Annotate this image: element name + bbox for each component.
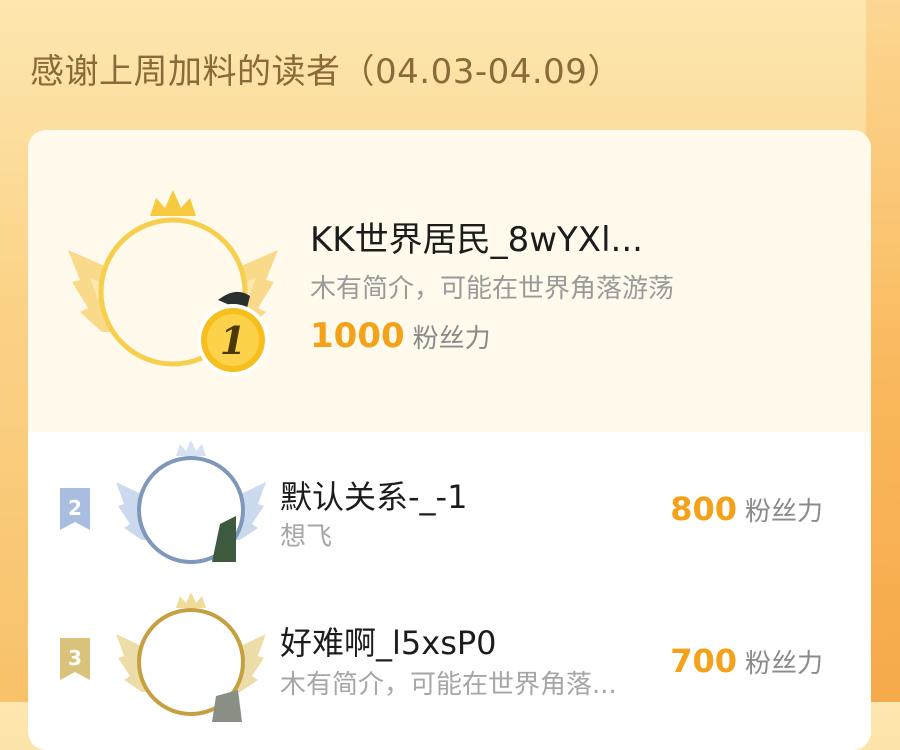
reader-ranking-card: 1 KK世界居民_8wYXl... 木有简介，可能在世界角落游荡 1000 粉丝力…	[28, 130, 871, 750]
rank-number: 1	[220, 318, 246, 363]
crown-icon	[176, 440, 206, 456]
crown-icon	[150, 190, 196, 216]
rank-number: 3	[68, 646, 82, 670]
rank-flag-icon: 3	[60, 638, 90, 680]
page-title: 感谢上周加料的读者（04.03-04.09）	[30, 52, 622, 92]
gold-rank-badge: 1	[68, 190, 278, 376]
reader-name: 好难啊_l5xsP0	[280, 624, 497, 662]
fans-label: 粉丝力	[412, 324, 491, 354]
fans-label: 粉丝力	[744, 649, 823, 679]
silver-rank-badge	[116, 440, 266, 564]
fans-value: 800	[670, 490, 737, 528]
top-reader-entry[interactable]: 1 KK世界居民_8wYXl... 木有简介，可能在世界角落游荡 1000 粉丝力	[28, 130, 871, 432]
reader-row[interactable]: 2 默认关系-_-1 想飞 800 粉丝力	[28, 432, 871, 582]
rank-flag-icon: 2	[60, 488, 90, 530]
rank-medal-icon: 1	[197, 304, 269, 376]
fans-value: 700	[670, 642, 737, 680]
crown-icon	[176, 592, 206, 608]
fans-power: 700 粉丝力	[670, 642, 823, 680]
fans-power: 800 粉丝力	[670, 490, 823, 528]
reader-name: 默认关系-_-1	[280, 478, 468, 516]
reader-bio: 木有简介，可能在世界角落...	[280, 670, 617, 700]
reader-row[interactable]: 3 好难啊_l5xsP0 木有简介，可能在世界角落... 700 粉丝力	[28, 588, 871, 738]
bronze-rank-badge	[116, 592, 266, 722]
reader-bio: 木有简介，可能在世界角落游荡	[310, 274, 675, 304]
fans-power: 1000 粉丝力	[310, 316, 491, 356]
background-edge	[866, 0, 900, 702]
reader-bio: 想飞	[280, 522, 333, 552]
fans-value: 1000	[310, 316, 405, 356]
rank-number: 2	[68, 496, 82, 520]
reader-name: KK世界居民_8wYXl...	[310, 220, 643, 260]
fans-label: 粉丝力	[744, 497, 823, 527]
